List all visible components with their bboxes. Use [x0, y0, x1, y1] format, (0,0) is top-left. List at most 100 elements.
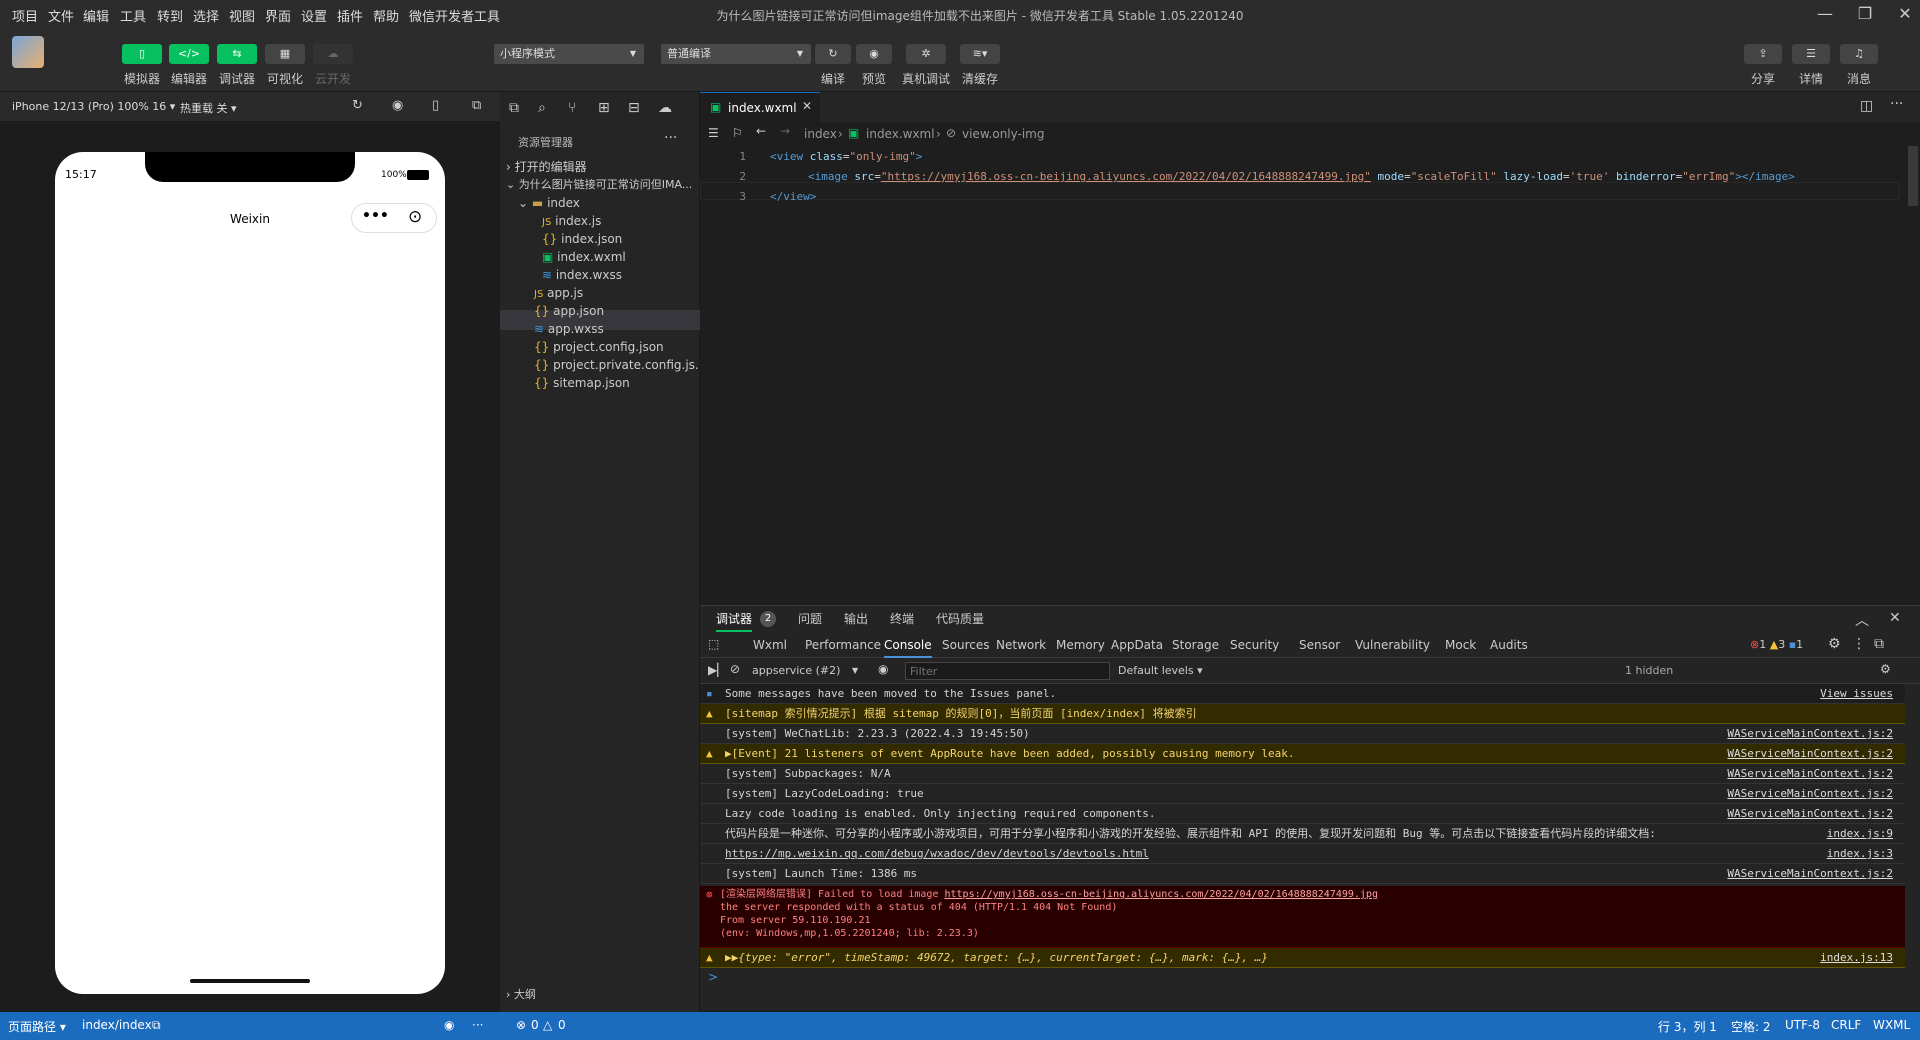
- tab-sensor[interactable]: Sensor: [1299, 632, 1340, 658]
- list-icon[interactable]: ☰: [708, 126, 719, 140]
- console-source-link[interactable]: index.js:13: [1820, 948, 1893, 967]
- context-select[interactable]: appservice (#2) ▼: [752, 661, 862, 681]
- cloud-icon[interactable]: ☁: [658, 100, 672, 116]
- clear-console-icon[interactable]: ⊘: [730, 662, 740, 676]
- menu-view[interactable]: 视图: [229, 6, 255, 25]
- console-row[interactable]: 代码片段是一种迷你、可分享的小程序或小游戏项目，可用于分享小程序和小游戏的开发经…: [700, 824, 1905, 844]
- menu-project[interactable]: 项目: [12, 6, 38, 25]
- kebab-menu-icon[interactable]: ⋮: [1852, 636, 1866, 652]
- refresh-icon[interactable]: ↻: [352, 98, 363, 113]
- status-error-count[interactable]: 0: [531, 1018, 539, 1032]
- more-icon[interactable]: ···: [472, 1018, 483, 1032]
- bell-icon[interactable]: ♫: [1840, 44, 1878, 64]
- encoding[interactable]: UTF-8: [1785, 1018, 1820, 1032]
- search-icon[interactable]: ⌕: [538, 100, 546, 116]
- code-editor[interactable]: 1 <view class="only-img"> 2 <image src="htt…: [700, 146, 1920, 601]
- console-source-link[interactable]: index.js:3: [1827, 844, 1893, 863]
- menu-goto[interactable]: 转到: [157, 6, 183, 25]
- tab-performance[interactable]: Performance: [805, 632, 881, 658]
- gear-icon[interactable]: ⚙: [1828, 636, 1841, 652]
- status-warn-count[interactable]: 0: [558, 1018, 566, 1032]
- tab-debugger[interactable]: 调试器: [716, 606, 753, 632]
- breadcrumb-item[interactable]: view.only-img: [962, 127, 1045, 141]
- preview-icon[interactable]: ◉: [856, 44, 892, 64]
- page-path-select[interactable]: 页面路径 ▾: [8, 1018, 66, 1035]
- console-warn-row[interactable]: ▲ ▶▶{type: "error", timeStamp: 49672, ta…: [700, 948, 1905, 968]
- phone-screen[interactable]: 15:17 100% Weixin ••• ⊙: [55, 152, 445, 994]
- scrollbar[interactable]: [1908, 146, 1918, 206]
- hot-reload-toggle[interactable]: 热重载 关 ▾: [180, 100, 237, 116]
- chevron-up-icon[interactable]: ︿: [1855, 610, 1869, 630]
- capsule-button[interactable]: ••• ⊙: [351, 203, 437, 233]
- error-count[interactable]: ⊗1 ▲3 ▪1: [1750, 638, 1803, 651]
- console-row[interactable]: [system] LazyCodeLoading: true WAServiceM…: [700, 784, 1905, 804]
- console-filter-input[interactable]: [905, 662, 1110, 680]
- console-row[interactable]: ▲ ▶[Event] 21 listeners of event AppRoute…: [700, 744, 1905, 764]
- outline-section[interactable]: › 大纲: [506, 984, 536, 1006]
- menu-help[interactable]: 帮助: [373, 6, 399, 25]
- extensions-icon[interactable]: ⊞: [598, 100, 610, 116]
- menu-settings[interactable]: 设置: [301, 6, 327, 25]
- levels-select[interactable]: Default levels ▾: [1118, 664, 1203, 677]
- tab-wxml[interactable]: Wxml: [753, 632, 787, 658]
- popout-icon[interactable]: ⧉: [472, 98, 481, 113]
- console-error-row[interactable]: ⊗ [渲染层网络层错误] Failed to load image https:…: [700, 886, 1905, 948]
- tab-console[interactable]: Console: [884, 632, 932, 658]
- copy-icon[interactable]: ⧉: [152, 1018, 161, 1033]
- clear-cache-button[interactable]: 清缓存: [954, 70, 1006, 87]
- tab-storage[interactable]: Storage: [1172, 632, 1219, 658]
- eye-icon[interactable]: ◉: [878, 662, 888, 676]
- simulator-button[interactable]: 模拟器: [118, 70, 166, 87]
- tab-mock[interactable]: Mock: [1445, 632, 1476, 658]
- tab-memory[interactable]: Memory: [1056, 632, 1105, 658]
- menu-icon[interactable]: ☰: [1792, 44, 1830, 64]
- record-icon[interactable]: ◉: [392, 98, 403, 113]
- debugger-button[interactable]: 调试器: [214, 70, 260, 87]
- tab-code-quality[interactable]: 代码质量: [936, 606, 984, 632]
- menu-plugins[interactable]: 插件: [337, 6, 363, 25]
- console-row-message[interactable]: https://mp.weixin.qq.com/debug/wxadoc/de…: [725, 844, 1149, 863]
- console-source-link[interactable]: WAServiceMainContext.js:2: [1727, 744, 1893, 763]
- menu-file[interactable]: 文件: [48, 6, 74, 25]
- tab-index-wxml[interactable]: ▣ index.wxml ✕: [700, 92, 820, 122]
- split-editor-icon[interactable]: ◫: [1860, 98, 1873, 114]
- compile-button[interactable]: 编译: [815, 70, 851, 87]
- more-icon[interactable]: ···: [1890, 96, 1903, 112]
- tab-sources[interactable]: Sources: [942, 632, 989, 658]
- menu-tools[interactable]: 工具: [120, 6, 146, 25]
- share-icon[interactable]: ⇪: [1744, 44, 1782, 64]
- files-icon[interactable]: ⧉: [509, 100, 519, 116]
- device-select[interactable]: iPhone 12/13 (Pro) 100% 16 ▾: [12, 100, 175, 113]
- tree-file[interactable]: {} sitemap.json: [534, 372, 630, 394]
- error-url-link[interactable]: https://ymyj168.oss-cn-beijing.aliyuncs.…: [945, 889, 1378, 900]
- restore-icon[interactable]: ❐: [1850, 4, 1880, 24]
- console-source-link[interactable]: WAServiceMainContext.js:2: [1727, 764, 1893, 783]
- language-mode[interactable]: WXML: [1873, 1018, 1910, 1032]
- dock-icon[interactable]: ⧉: [1874, 636, 1884, 652]
- line-ending[interactable]: CRLF: [1831, 1018, 1861, 1032]
- console-source-link[interactable]: index.js:9: [1827, 824, 1893, 843]
- console-source-link[interactable]: WAServiceMainContext.js:2: [1727, 864, 1893, 883]
- compile-mode-select[interactable]: 普通编译 ▼: [661, 44, 811, 64]
- tab-network[interactable]: Network: [996, 632, 1046, 658]
- tab-vulnerability[interactable]: Vulnerability: [1355, 632, 1430, 658]
- storage-icon[interactable]: ⊟: [628, 100, 640, 116]
- menu-wechat-devtools[interactable]: 微信开发者工具: [409, 6, 500, 25]
- back-icon[interactable]: ←: [756, 124, 766, 138]
- bug-icon[interactable]: ✲: [906, 44, 946, 64]
- console-prompt[interactable]: >: [708, 970, 718, 984]
- console-source-link[interactable]: View issues: [1820, 684, 1893, 703]
- avatar[interactable]: [12, 36, 44, 68]
- console-source-link[interactable]: WAServiceMainContext.js:2: [1727, 784, 1893, 803]
- message-button[interactable]: 消息: [1840, 70, 1878, 87]
- editor-icon[interactable]: </>: [169, 44, 209, 64]
- editor-button[interactable]: 编辑器: [166, 70, 212, 87]
- close-icon[interactable]: ✕: [1889, 610, 1901, 626]
- minimize-icon[interactable]: —: [1810, 4, 1840, 24]
- git-icon[interactable]: ⑂: [568, 100, 576, 116]
- tab-output[interactable]: 输出: [844, 606, 868, 632]
- tab-terminal[interactable]: 终端: [890, 606, 914, 632]
- real-debug-button[interactable]: 真机调试: [898, 70, 954, 87]
- simulator-icon[interactable]: ▯: [122, 44, 162, 64]
- sidebar-toggle-icon[interactable]: ▶▏: [708, 663, 726, 677]
